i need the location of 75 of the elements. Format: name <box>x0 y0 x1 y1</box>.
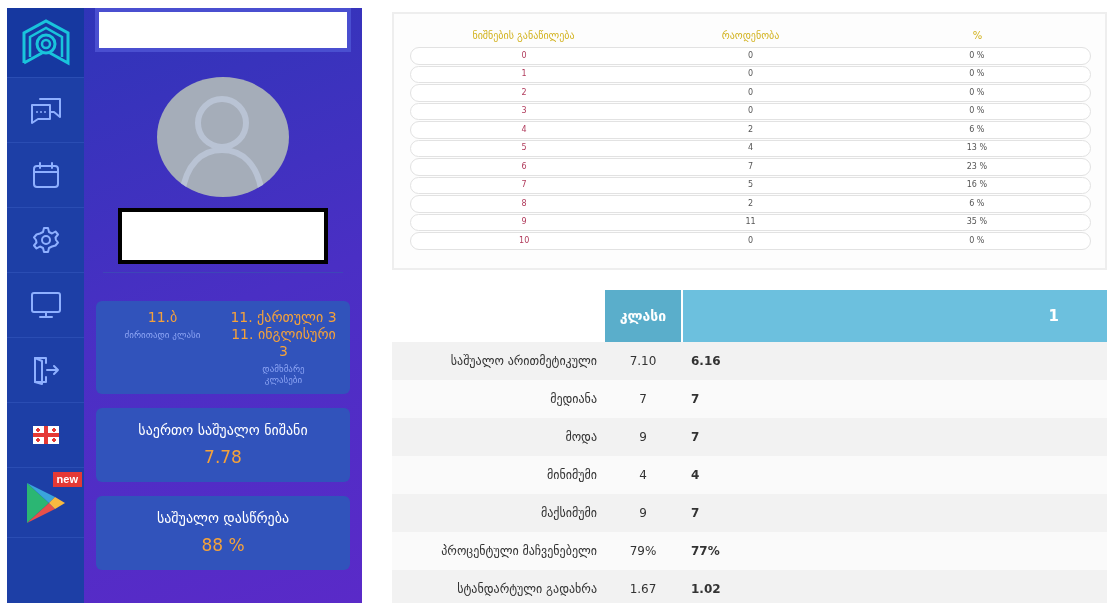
table-cell-text: 7 <box>746 160 755 173</box>
row-label: მედიანა <box>549 391 598 408</box>
table-cell-text: 6 <box>520 160 528 173</box>
table-cell-text: 1.67 <box>628 581 658 598</box>
row-label: მინიმუმი <box>546 467 598 484</box>
table-cell-text: 13 % <box>965 142 988 155</box>
table-cell-text: 2 <box>520 86 528 99</box>
table-cell-text: 6 % <box>968 123 986 136</box>
stat-label: საშუალო დასწრება <box>156 508 290 528</box>
table-cell-text: 77% <box>690 543 721 560</box>
table-cell-text: 9 <box>638 429 648 446</box>
column-header: 1 <box>683 290 1107 342</box>
table-cell-text: 9 <box>638 505 648 522</box>
table-cell-text: 5 <box>746 179 755 192</box>
row-label: მოდა <box>564 429 598 446</box>
row-label: პროცენტული მაჩვენებელი <box>440 543 598 560</box>
table-cell-text: 4 <box>520 123 528 136</box>
table-cell-text: 35 % <box>965 216 988 229</box>
column-header: რაოდენობა <box>720 29 781 43</box>
table-cell-text: 0 <box>746 68 755 81</box>
table-cell-text: 0 % <box>968 234 986 247</box>
table-cell-text: 7 <box>690 505 701 522</box>
table-cell-text: 4 <box>690 467 701 484</box>
table-cell-text: 8 <box>520 197 528 210</box>
stat-label: საერთო საშუალო ნიშანი <box>138 420 308 440</box>
table-cell-text: 11 <box>744 216 757 229</box>
table-cell-text: 0 % <box>968 49 986 62</box>
table-cell-text: 23 % <box>965 160 988 173</box>
table-cell-text: 4 <box>638 467 648 484</box>
table-cell-text: 4 <box>746 142 755 155</box>
table-cell-text: 9 <box>520 216 528 229</box>
stat-value: 7.78 <box>204 445 242 469</box>
table-cell-text: 0 <box>746 105 755 118</box>
class-name: 11. ქართული 3 <box>229 309 338 326</box>
table-cell-text: 7 <box>690 391 701 408</box>
column-header: ნიშნების განაწილება <box>471 29 576 43</box>
column-header: % <box>971 29 984 43</box>
table-cell-text: 3 <box>520 105 528 118</box>
table-cell-text: 6.16 <box>690 353 722 370</box>
class-label: დამხმარე კლასები <box>261 364 306 386</box>
table-cell-text: 0 % <box>968 86 986 99</box>
table-cell-text: 7 <box>690 429 701 446</box>
table-cell-text: 0 <box>746 86 755 99</box>
table-cell-text: 1 <box>520 68 528 81</box>
class-name: 11.ბ <box>147 309 178 326</box>
table-cell-text: 10 <box>518 234 531 247</box>
new-badge: new <box>52 472 82 487</box>
row-label: საშუალო არითმეტიკული <box>449 353 598 370</box>
table-cell-text: 0 % <box>968 105 986 118</box>
column-header: კლასი <box>605 290 681 342</box>
row-label: მაქსიმუმი <box>540 505 598 522</box>
table-cell-text: 7 <box>520 179 528 192</box>
flag-icon[interactable] <box>32 426 59 444</box>
table-cell-text: 7 <box>638 391 648 408</box>
logout-icon[interactable] <box>31 355 60 385</box>
table-cell-text: 0 <box>746 234 755 247</box>
monitor-icon[interactable] <box>29 290 62 320</box>
calendar-icon[interactable] <box>31 161 60 189</box>
table-cell-text: 6 % <box>968 197 986 210</box>
table-cell-text: 0 <box>520 49 528 62</box>
table-cell-text: 7.10 <box>628 353 658 370</box>
class-name: 11. ინგლისური 3 <box>230 326 337 360</box>
table-cell-text: 79% <box>628 543 658 560</box>
table-cell-text: 1.02 <box>690 581 722 598</box>
table-cell-text: 0 <box>746 49 755 62</box>
table-cell-text: 5 <box>520 142 528 155</box>
settings-icon[interactable] <box>31 226 60 254</box>
stat-value: 88 % <box>201 533 245 557</box>
class-label: ძირითადი კლასი <box>124 330 201 341</box>
table-cell-text: 2 <box>746 123 755 136</box>
chat-icon[interactable] <box>29 95 62 125</box>
table-cell-text: 0 % <box>968 68 986 81</box>
row-label: სტანდარტული გადახრა <box>456 581 598 598</box>
table-cell-text: 2 <box>746 197 755 210</box>
table-cell-text: 16 % <box>965 179 988 192</box>
